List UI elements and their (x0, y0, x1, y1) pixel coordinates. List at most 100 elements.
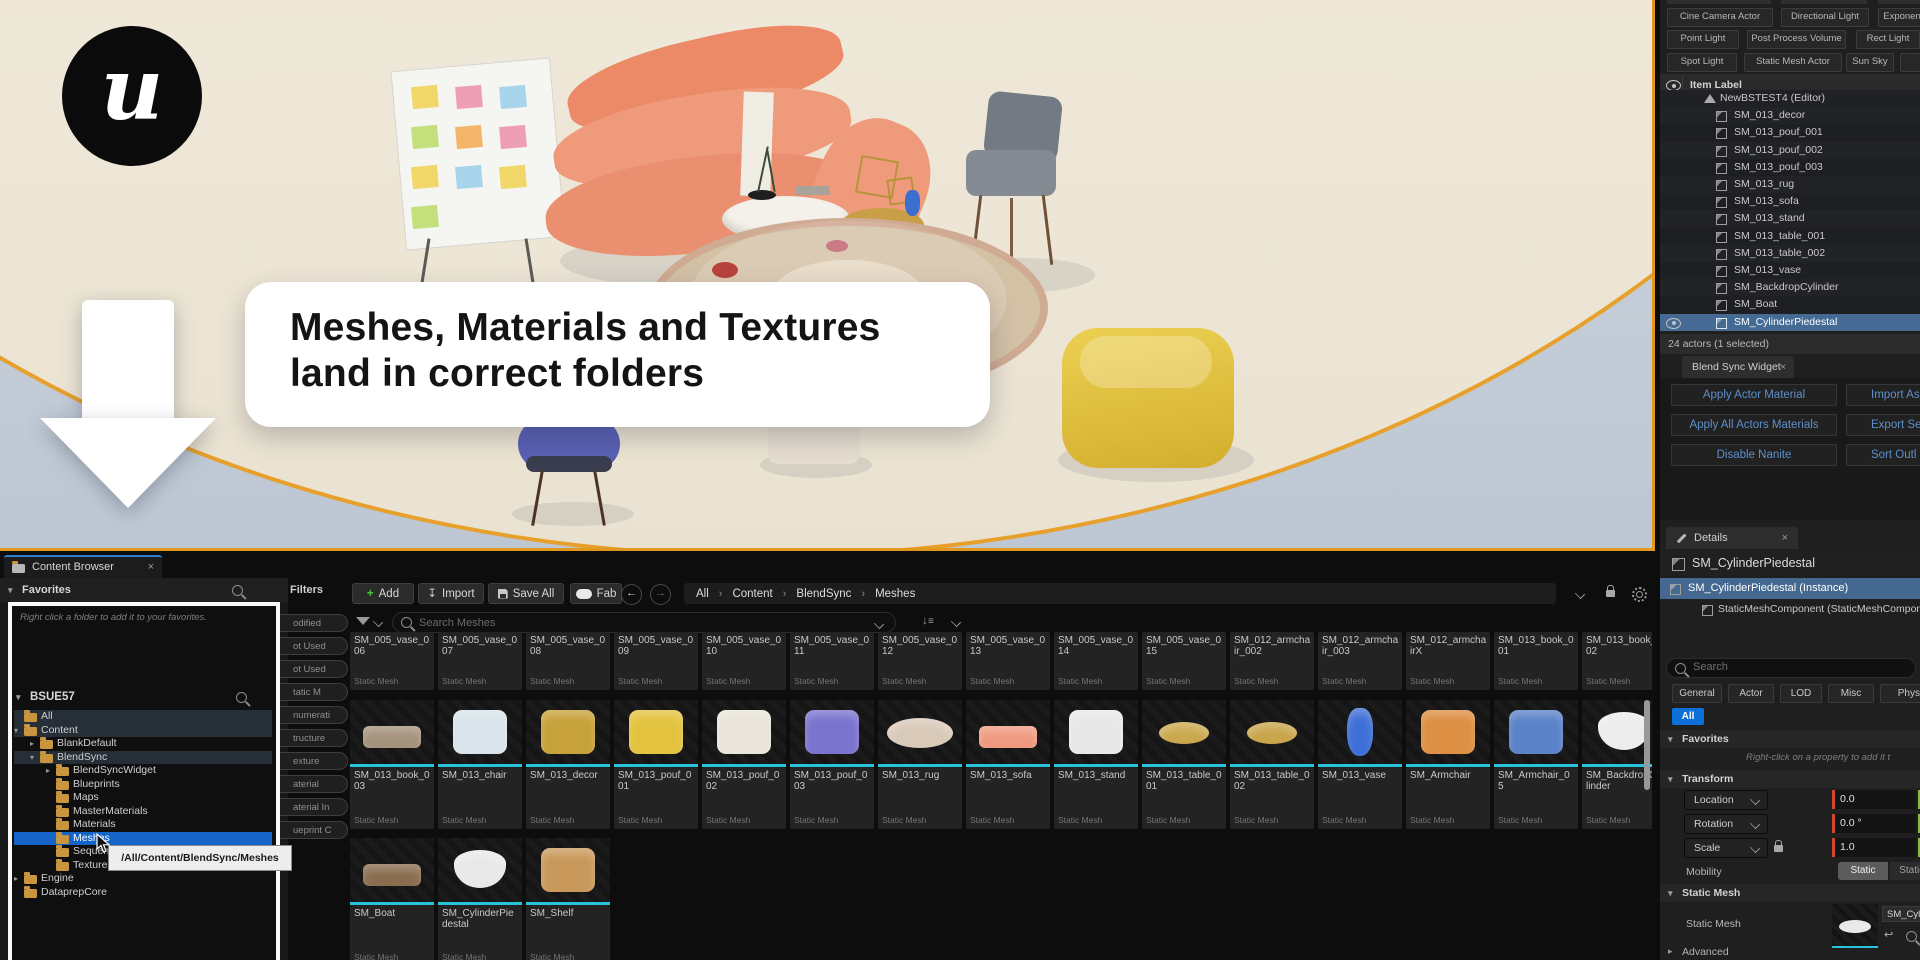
breadcrumb-item-blendsync[interactable]: BlendSync (796, 588, 851, 600)
place-actor-button[interactable]: Exponen (1878, 8, 1920, 27)
search-dropdown-icon[interactable] (874, 619, 884, 629)
asset-tile[interactable]: SM_013_standStatic Mesh (1054, 767, 1138, 829)
tree-item-content[interactable]: ▾Content (14, 724, 272, 738)
outliner-row-selected[interactable]: SM_CylinderPiedestal (1660, 314, 1920, 331)
section-transform[interactable]: ▾Transform (1660, 770, 1920, 788)
asset-tile[interactable]: SM_BoatStatic Mesh (350, 905, 434, 960)
asset-thumbnail[interactable] (1582, 700, 1652, 764)
outliner-world-row[interactable]: NewBSTEST4 (Editor) (1660, 90, 1920, 107)
filter-chip[interactable]: LOD (1780, 684, 1822, 703)
place-actor-button[interactable]: Static Mesh Actor (1744, 53, 1842, 72)
transform-value-x[interactable]: 1.0 (1832, 838, 1916, 857)
settings-gear-icon[interactable] (1632, 587, 1647, 602)
place-actor-button[interactable]: Sun Sky (1846, 53, 1894, 72)
blend-sync-button[interactable]: Import As (1846, 384, 1920, 406)
place-actor-button[interactable]: Cine Camera Actor (1667, 8, 1773, 27)
outliner-row[interactable]: SM_013_pouf_003 (1660, 159, 1920, 176)
asset-tile[interactable]: SM_005_vase_012Static Mesh (878, 632, 962, 690)
asset-tile[interactable]: SM_013_book_002Static Mesh (1582, 632, 1652, 690)
filter-funnel-icon[interactable] (356, 617, 370, 625)
outliner-row[interactable]: SM_013_rug (1660, 176, 1920, 193)
search-icon[interactable] (236, 692, 247, 703)
asset-search-input[interactable]: Search Meshes (392, 612, 896, 633)
asset-thumbnail[interactable] (350, 838, 434, 902)
search-icon[interactable] (232, 585, 243, 596)
filter-dropdown-icon[interactable] (373, 617, 383, 627)
tree-item-maps[interactable]: Maps (14, 791, 272, 805)
details-tab[interactable]: Details × (1666, 527, 1798, 549)
breadcrumb-item-content[interactable]: Content (732, 588, 772, 600)
asset-thumbnail[interactable] (438, 838, 522, 902)
asset-tile[interactable]: SM_005_vase_007Static Mesh (438, 632, 522, 690)
filter-chip-all[interactable]: All (1672, 708, 1704, 725)
asset-tile[interactable]: SM_ArmchairStatic Mesh (1406, 767, 1490, 829)
asset-tile[interactable]: SM_005_vase_013Static Mesh (966, 632, 1050, 690)
location-dropdown[interactable]: Location (1684, 790, 1768, 810)
static-mesh-dropdown[interactable]: SM_Cyli (1882, 906, 1920, 922)
static-mesh-thumbnail[interactable] (1832, 904, 1878, 948)
details-component-row[interactable]: StaticMeshComponent (StaticMeshCompon (1660, 600, 1920, 618)
scale-lock-icon[interactable] (1774, 845, 1783, 852)
tree-item-mastermaterials[interactable]: MasterMaterials (14, 805, 272, 819)
transform-value-x[interactable]: 0.0 ° (1832, 814, 1916, 833)
expand-arrow[interactable]: ▸ (14, 872, 18, 886)
close-icon[interactable]: × (1780, 356, 1786, 378)
outliner-row[interactable]: SM_BackdropCylinder (1660, 279, 1920, 296)
outliner-row[interactable]: SM_013_sofa (1660, 193, 1920, 210)
asset-thumbnail[interactable] (526, 700, 610, 764)
expand-arrow[interactable]: ▾ (14, 724, 18, 738)
asset-tile[interactable]: SM_005_vase_009Static Mesh (614, 632, 698, 690)
use-selected-icon[interactable]: ↩ (1884, 928, 1893, 941)
mobility-static-button[interactable]: Static (1838, 862, 1888, 880)
tree-item-dataprepcore[interactable]: DataprepCore (14, 886, 272, 900)
asset-tile[interactable]: SM_013_table_002Static Mesh (1230, 767, 1314, 829)
close-icon[interactable]: × (148, 557, 154, 578)
asset-tile[interactable]: SM_Armchair_05Static Mesh (1494, 767, 1578, 829)
section-static-mesh[interactable]: ▾Static Mesh (1660, 884, 1920, 902)
content-browser-tab[interactable]: Content Browser × (4, 555, 162, 580)
tree-item-blendsyncwidget[interactable]: ▸BlendSyncWidget (14, 764, 272, 778)
place-actor-button[interactable] (1900, 53, 1920, 72)
rotation-dropdown[interactable]: Rotation (1684, 814, 1768, 834)
filter-chip[interactable]: General (1672, 684, 1722, 703)
outliner-row[interactable]: SM_013_pouf_002 (1660, 142, 1920, 159)
close-icon[interactable]: × (1782, 527, 1788, 549)
asset-tile[interactable]: SM_013_pouf_001Static Mesh (614, 767, 698, 829)
filter-chip[interactable]: Physi (1880, 684, 1920, 703)
asset-tile[interactable]: SM_013_vaseStatic Mesh (1318, 767, 1402, 829)
asset-tile[interactable]: SM_ShelfStatic Mesh (526, 905, 610, 960)
place-actor-button[interactable]: Point Light (1667, 30, 1739, 49)
blend-sync-button[interactable]: Apply Actor Material (1671, 384, 1837, 406)
tree-item-materials[interactable]: Materials (14, 818, 272, 832)
asset-thumbnail[interactable] (702, 700, 786, 764)
sort-icon[interactable]: ↓≡ (922, 613, 934, 627)
outliner-row[interactable]: SM_013_vase (1660, 262, 1920, 279)
grid-scrollbar[interactable] (1644, 700, 1650, 790)
asset-tile[interactable]: SM_013_pouf_003Static Mesh (790, 767, 874, 829)
asset-tile[interactable]: SM_013_rugStatic Mesh (878, 767, 962, 829)
save-all-button[interactable]: Save All (488, 583, 564, 604)
tree-item-blueprints[interactable]: Blueprints (14, 778, 272, 792)
forward-button[interactable]: → (650, 584, 671, 605)
path-dropdown-icon[interactable] (1575, 589, 1585, 599)
asset-tile[interactable]: SM_013_chairStatic Mesh (438, 767, 522, 829)
filter-chip[interactable]: Misc (1828, 684, 1874, 703)
asset-tile[interactable]: SM_012_armchair_002Static Mesh (1230, 632, 1314, 690)
outliner-row[interactable]: SM_013_stand (1660, 210, 1920, 227)
place-actor-button[interactable]: Post Process Volume (1747, 30, 1846, 49)
asset-thumbnail[interactable] (1494, 700, 1578, 764)
asset-tile[interactable]: SM_005_vase_006Static Mesh (350, 632, 434, 690)
asset-tile[interactable]: SM_012_armchairXStatic Mesh (1406, 632, 1490, 690)
asset-thumbnail[interactable] (350, 700, 434, 764)
asset-tile[interactable]: SM_BackdropCylinderStatic Mesh (1582, 767, 1652, 829)
outliner-row[interactable]: SM_013_decor (1660, 107, 1920, 124)
blend-sync-tab[interactable]: Blend Sync Widget × (1682, 356, 1794, 378)
tree-item-blankdefault[interactable]: ▸BlankDefault (14, 737, 272, 751)
expand-arrow[interactable]: ▸ (46, 764, 50, 778)
viewport-3d[interactable]: u Meshes, Materials and Textures land in… (0, 0, 1655, 551)
asset-thumbnail[interactable] (1142, 700, 1226, 764)
asset-thumbnail[interactable] (1230, 700, 1314, 764)
place-actor-button[interactable]: Spot Light (1667, 53, 1737, 72)
expand-arrow[interactable]: ▸ (30, 737, 34, 751)
breadcrumb-item-meshes[interactable]: Meshes (875, 588, 915, 600)
